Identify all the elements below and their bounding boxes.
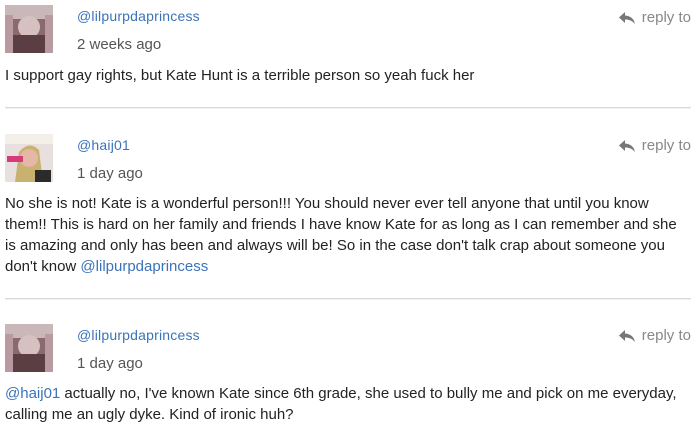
comment-timestamp: 2 weeks ago <box>77 36 162 53</box>
comment-username[interactable]: @lilpurpdaprincess <box>77 327 200 343</box>
divider <box>5 107 691 109</box>
comment-text: No she is not! Kate is a wonderful perso… <box>5 193 690 277</box>
reply-button[interactable]: reply to <box>618 327 691 344</box>
mention-link[interactable]: @haij01 <box>5 385 60 402</box>
reply-label: reply to <box>641 9 691 26</box>
comment-text: I support gay rights, but Kate Hunt is a… <box>5 67 475 84</box>
reply-button[interactable]: reply to <box>618 9 691 26</box>
avatar[interactable] <box>5 324 53 372</box>
reply-arrow-icon <box>618 139 635 152</box>
reply-label: reply to <box>641 327 691 344</box>
avatar[interactable] <box>5 134 53 182</box>
reply-label: reply to <box>641 137 691 154</box>
mention-link[interactable]: @lilpurpdaprincess <box>80 258 208 275</box>
comment-timestamp: 1 day ago <box>77 355 143 372</box>
reply-arrow-icon <box>618 329 635 342</box>
avatar[interactable] <box>5 5 53 53</box>
divider <box>5 298 691 300</box>
comment-text-main: actually no, I've known Kate since 6th g… <box>5 385 677 423</box>
comment-username[interactable]: @lilpurpdaprincess <box>77 8 200 24</box>
comment-timestamp: 1 day ago <box>77 165 143 182</box>
comment-text: @haij01 actually no, I've known Kate sin… <box>5 383 690 425</box>
reply-arrow-icon <box>618 11 635 24</box>
comment-username[interactable]: @haij01 <box>77 137 130 153</box>
reply-button[interactable]: reply to <box>618 137 691 154</box>
